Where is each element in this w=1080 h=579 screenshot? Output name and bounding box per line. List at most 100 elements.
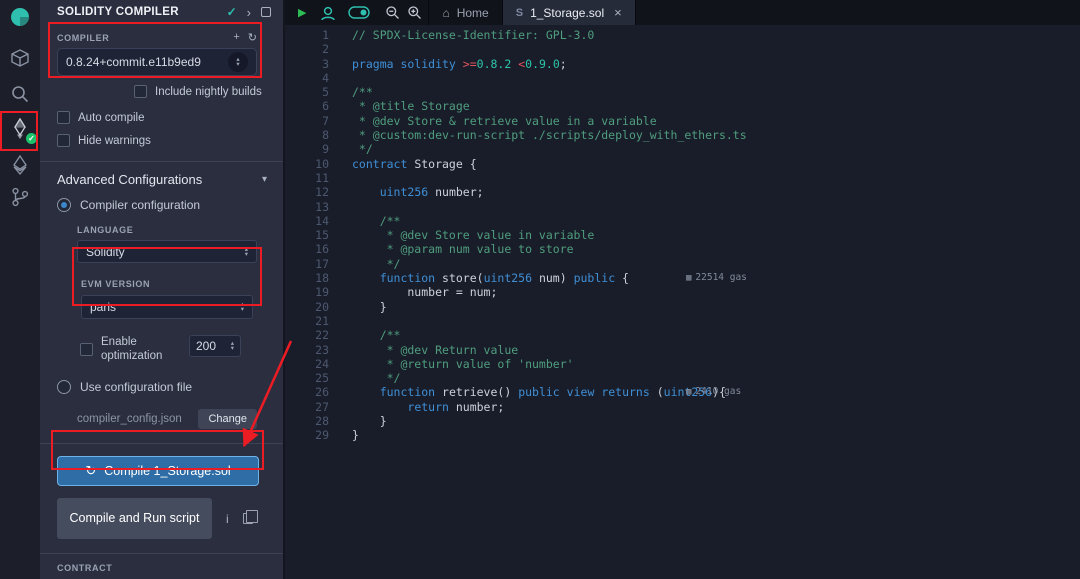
- code-line: [352, 200, 1080, 214]
- code-editor[interactable]: 1234567891011121314151617181920212223242…: [285, 25, 1080, 579]
- sidebar-item-home[interactable]: [0, 5, 40, 29]
- search-icon: [9, 83, 31, 105]
- code-line: function retrieve() public view returns …: [352, 385, 1080, 399]
- tab-storage-sol[interactable]: S 1_Storage.sol ×: [503, 0, 636, 25]
- tab-home[interactable]: ⌂ Home: [428, 0, 502, 25]
- sidebar-item-file-explorer[interactable]: [0, 47, 40, 69]
- code-line: [352, 171, 1080, 185]
- line-number: 18: [285, 271, 329, 285]
- deploy-run-icon: [9, 154, 31, 176]
- run-script-icon[interactable]: ▶: [298, 0, 306, 25]
- add-compiler-icon[interactable]: +: [233, 31, 239, 44]
- enable-optimization-toggle[interactable]: Enable optimization: [80, 335, 173, 363]
- line-number: 14: [285, 214, 329, 228]
- select-caret-icon: ▴▾: [228, 52, 248, 72]
- optimization-runs-input[interactable]: 200 ▴▾: [189, 335, 241, 357]
- line-number: 8: [285, 128, 329, 142]
- code-line: [352, 42, 1080, 56]
- remix-app: ✓ SOLIDITY COMPILER ✓ › COMPILER: [0, 0, 1080, 579]
- auto-compile-row[interactable]: Auto compile: [57, 111, 283, 124]
- hide-warnings-row[interactable]: Hide warnings: [57, 134, 283, 147]
- code-line: * @dev Store value in variable: [352, 228, 1080, 242]
- config-file-row: compiler_config.json Change: [77, 409, 257, 429]
- compiler-label: COMPILER: [57, 33, 109, 43]
- editor-area: ▶: [285, 0, 1080, 579]
- gas-icon: ▦: [686, 272, 691, 284]
- editor-topbar: ▶: [285, 0, 1080, 25]
- code-line: // SPDX-License-Identifier: GPL-3.0: [352, 28, 1080, 42]
- code-line: [352, 314, 1080, 328]
- compiler-version-value: 0.8.24+commit.e11b9ed9: [66, 55, 201, 69]
- stepper-caret-icon: ▴▾: [231, 341, 234, 351]
- solidity-file-icon: S: [516, 7, 523, 19]
- code-line: [352, 71, 1080, 85]
- copy-icon[interactable]: [243, 513, 253, 524]
- hide-warnings-label: Hide warnings: [78, 135, 151, 147]
- config-file-name: compiler_config.json: [77, 413, 182, 425]
- code-line: }: [352, 414, 1080, 428]
- auto-compile-label: Auto compile: [78, 112, 144, 124]
- tab-storage-label: 1_Storage.sol: [530, 6, 604, 20]
- line-number: 29: [285, 428, 329, 442]
- line-number: 7: [285, 114, 329, 128]
- line-number: 24: [285, 357, 329, 371]
- info-icon[interactable]: i: [226, 512, 229, 526]
- line-number: 2: [285, 42, 329, 56]
- compile-button[interactable]: ↻ Compile 1_Storage.sol: [57, 456, 259, 486]
- line-number: 10: [285, 157, 329, 171]
- solidity-compiler-panel: SOLIDITY COMPILER ✓ › COMPILER + ↻ 0.8.2…: [40, 0, 285, 579]
- sidebar-item-deploy-run[interactable]: [0, 154, 40, 176]
- compile-run-row: Compile and Run script i: [57, 498, 283, 539]
- code-line: /**: [352, 85, 1080, 99]
- language-select[interactable]: Solidity ▴▾: [77, 240, 257, 263]
- compile-status-check-icon: ✓: [227, 5, 237, 19]
- sidebar-item-git[interactable]: [0, 186, 40, 208]
- nightly-builds-row[interactable]: Include nightly builds: [134, 85, 283, 98]
- compile-and-run-button[interactable]: Compile and Run script: [57, 498, 212, 539]
- chevron-down-icon: ▾: [262, 174, 267, 185]
- use-configuration-file-radio[interactable]: [57, 380, 71, 394]
- divider: [40, 443, 283, 444]
- reload-compiler-icon[interactable]: ↻: [248, 31, 257, 44]
- evm-version-select[interactable]: paris ▴▾: [81, 295, 253, 319]
- code-line: pragma solidity >=0.8.2 <0.9.0;: [352, 57, 1080, 71]
- code-line: */: [352, 371, 1080, 385]
- zoom-in-icon[interactable]: [407, 0, 422, 25]
- change-config-button[interactable]: Change: [198, 409, 257, 429]
- panel-title: SOLIDITY COMPILER: [57, 6, 179, 18]
- language-value: Solidity: [86, 245, 125, 259]
- code-line: * @param num value to store: [352, 242, 1080, 256]
- line-number: 15: [285, 228, 329, 242]
- pin-panel-icon[interactable]: [261, 7, 271, 17]
- code-line: uint256 number;: [352, 185, 1080, 199]
- compiler-configuration-radio[interactable]: [57, 198, 71, 212]
- hide-warnings-checkbox[interactable]: [57, 134, 70, 147]
- auto-compile-checkbox[interactable]: [57, 111, 70, 124]
- compiler-version-select[interactable]: 0.8.24+commit.e11b9ed9 ▴▾: [57, 48, 257, 76]
- code-line: * @custom:dev-run-script ./scripts/deplo…: [352, 128, 1080, 142]
- file-explorer-icon: [9, 47, 31, 69]
- line-number: 13: [285, 200, 329, 214]
- icon-rail: ✓: [0, 0, 40, 579]
- optimization-row: Enable optimization 200 ▴▾: [80, 335, 283, 363]
- remix-ai-icon[interactable]: [319, 0, 337, 25]
- sidebar-item-solidity-compiler[interactable]: ✓: [0, 117, 40, 141]
- line-number: 4: [285, 71, 329, 85]
- enable-optimization-checkbox[interactable]: [80, 343, 93, 356]
- nightly-builds-checkbox[interactable]: [134, 85, 147, 98]
- advanced-configurations-header[interactable]: Advanced Configurations ▾: [57, 172, 267, 187]
- close-tab-icon[interactable]: ×: [614, 5, 622, 20]
- zoom-out-icon[interactable]: [385, 0, 400, 25]
- home-icon: ⌂: [442, 6, 449, 20]
- line-number: 12: [285, 185, 329, 199]
- line-numbers: 1234567891011121314151617181920212223242…: [285, 28, 337, 579]
- line-number: 19: [285, 285, 329, 299]
- compile-success-badge-icon: ✓: [26, 133, 37, 144]
- copilot-toggle-icon[interactable]: [348, 0, 370, 25]
- code-line: contract Storage {: [352, 157, 1080, 171]
- use-configuration-file-radio-row[interactable]: Use configuration file: [57, 380, 283, 394]
- compiler-section-header: COMPILER + ↻: [57, 31, 257, 44]
- sidebar-item-search[interactable]: [0, 83, 40, 105]
- compiler-configuration-radio-row[interactable]: Compiler configuration: [57, 198, 283, 212]
- line-number: 25: [285, 371, 329, 385]
